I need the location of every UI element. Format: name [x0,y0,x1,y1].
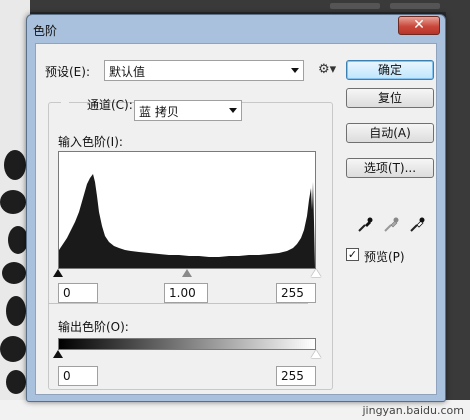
input-black-field[interactable]: 0 [58,283,98,303]
histogram-graph [59,174,315,268]
output-gradient [58,338,316,350]
divider [48,303,308,304]
levels-dialog: 色阶 ✕ 预设(E): 默认值 ⚙▾ 通道(C): 蓝 拷贝 输入色阶(I): [26,14,446,402]
output-black-handle[interactable] [53,350,63,358]
preset-select[interactable]: 默认值 [104,60,304,81]
input-white-handle[interactable] [311,269,321,277]
output-levels-label: 输出色阶(O): [58,320,129,334]
reset-button[interactable]: 复位 [346,88,434,108]
close-button[interactable]: ✕ [398,16,440,35]
preview-checkbox[interactable]: ✓ [346,248,359,261]
preview-label: 预览(P) [364,250,405,264]
input-gamma-handle[interactable] [182,269,192,277]
histogram [58,151,316,269]
input-slider[interactable] [53,269,321,277]
preset-label: 预设(E): [45,65,90,79]
options-button[interactable]: 选项(T)... [346,158,434,178]
title-bar[interactable]: 色阶 ✕ [27,15,445,43]
gray-eyedropper-icon[interactable] [382,216,400,234]
black-eyedropper-icon[interactable] [356,216,374,234]
input-white-value: 255 [281,286,304,300]
dialog-title: 色阶 [33,24,58,38]
output-slider[interactable] [53,350,321,358]
top-strip [330,3,380,9]
output-black-value: 0 [63,369,71,383]
ok-button[interactable]: 确定 [346,60,434,80]
output-white-value: 255 [281,369,304,383]
canvas-bottom: jingyan.baidu.com [0,400,470,420]
input-gamma-value: 1.00 [169,286,196,300]
white-eyedropper-icon[interactable] [408,216,426,234]
input-black-handle[interactable] [53,269,63,277]
input-black-value: 0 [63,286,71,300]
channel-value: 蓝 拷贝 [139,105,179,119]
input-white-field[interactable]: 255 [276,283,316,303]
output-black-field[interactable]: 0 [58,366,98,386]
checkmark-icon: ✓ [347,248,358,261]
input-gamma-field[interactable]: 1.00 [164,283,208,303]
channel-legend: 通道(C): [61,93,133,113]
top-strip [390,3,440,9]
channel-select[interactable]: 蓝 拷贝 [134,100,242,121]
channel-label: 通道(C): [87,98,133,112]
watermark-url: jingyan.baidu.com [362,404,464,417]
output-white-handle[interactable] [311,350,321,358]
close-icon: ✕ [413,17,425,33]
chevron-down-icon [229,108,237,113]
dialog-body: 预设(E): 默认值 ⚙▾ 通道(C): 蓝 拷贝 输入色阶(I): 0 1.0… [35,43,437,395]
preset-value: 默认值 [109,65,146,79]
output-white-field[interactable]: 255 [276,366,316,386]
auto-button[interactable]: 自动(A) [346,123,434,143]
workspace-top-bar [0,0,470,12]
preset-options-gear-icon[interactable]: ⚙▾ [318,62,336,77]
panel-right [446,0,470,420]
chevron-down-icon [291,68,299,73]
input-levels-label: 输入色阶(I): [58,135,123,149]
